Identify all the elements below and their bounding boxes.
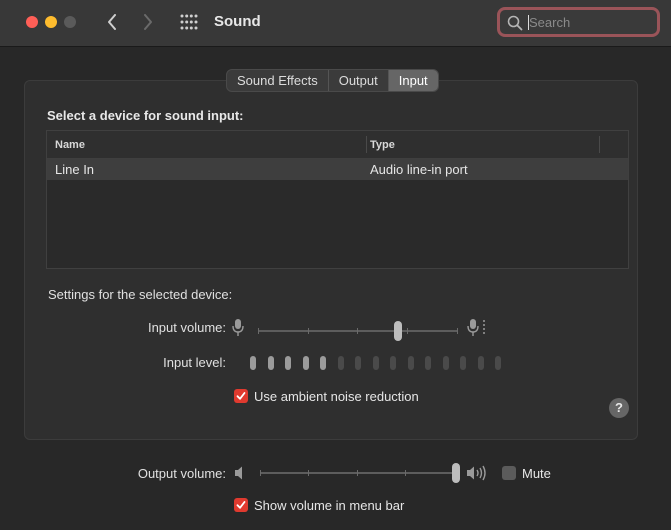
chevron-left-icon <box>108 14 116 30</box>
input-volume-slider[interactable] <box>256 318 460 344</box>
tab-bar: Sound Effects Output Input <box>226 69 439 92</box>
level-bar <box>355 356 361 370</box>
speaker-high-icon <box>467 465 486 481</box>
tab-sound-effects[interactable]: Sound Effects <box>227 70 329 91</box>
level-bar <box>285 356 291 370</box>
table-row[interactable]: Line In Audio line-in port <box>47 159 628 180</box>
search-icon <box>507 15 523 31</box>
level-bar <box>477 356 484 370</box>
close-button[interactable] <box>26 16 38 28</box>
level-bar <box>372 356 379 370</box>
table-header: Name Type <box>47 131 628 159</box>
level-bar <box>495 356 501 370</box>
chevron-right-icon <box>144 14 152 30</box>
output-volume-knob[interactable] <box>452 463 460 483</box>
level-bar <box>267 356 274 370</box>
help-button[interactable]: ? <box>609 398 629 418</box>
show-volume-label: Show volume in menu bar <box>254 498 405 513</box>
column-header-name[interactable]: Name <box>55 139 85 151</box>
sound-preferences-window: Sound Search Sound Effects Output Input … <box>0 0 671 530</box>
show-volume-checkbox[interactable] <box>234 498 248 512</box>
tab-input[interactable]: Input <box>388 70 438 91</box>
minimize-button[interactable] <box>45 16 57 28</box>
column-separator <box>599 136 600 153</box>
input-level-label: Input level: <box>163 355 226 370</box>
window-title: Sound <box>214 13 261 30</box>
speaker-low-icon <box>235 466 242 480</box>
show-all-grid-icon[interactable] <box>180 14 198 30</box>
tab-output[interactable]: Output <box>329 70 389 91</box>
level-bar <box>407 356 414 370</box>
level-bar <box>460 356 466 370</box>
title-bar: Sound Search <box>0 0 671 47</box>
device-settings-label: Settings for the selected device: <box>48 287 233 302</box>
device-type-cell: Audio line-in port <box>370 162 468 177</box>
zoom-button[interactable] <box>64 16 76 28</box>
device-name-cell: Line In <box>55 162 95 177</box>
level-bar <box>320 356 326 370</box>
column-header-type[interactable]: Type <box>370 139 395 151</box>
output-volume-slider[interactable] <box>258 460 462 486</box>
input-volume-label: Input volume: <box>147 320 226 335</box>
ambient-noise-label: Use ambient noise reduction <box>254 389 419 404</box>
microphone-high-icon <box>467 319 485 336</box>
search-placeholder: Search <box>529 15 571 30</box>
level-bar <box>302 356 309 370</box>
ambient-noise-checkbox[interactable] <box>234 389 248 403</box>
device-section-label: Select a device for sound input: <box>47 108 244 123</box>
microphone-low-icon <box>232 319 244 336</box>
checkmark-icon <box>236 501 246 509</box>
level-bar <box>442 356 449 370</box>
output-volume-label: Output volume: <box>137 466 226 481</box>
back-button[interactable] <box>102 12 122 32</box>
input-level-meter <box>250 356 501 372</box>
search-field[interactable]: Search <box>497 7 660 37</box>
mute-label: Mute <box>522 466 551 481</box>
level-bar <box>425 356 431 370</box>
column-separator <box>366 136 367 153</box>
checkmark-icon <box>236 392 246 400</box>
input-device-table: Name Type Line In Audio line-in port <box>46 130 629 269</box>
input-volume-knob[interactable] <box>394 321 402 341</box>
forward-button[interactable] <box>138 12 158 32</box>
mute-checkbox[interactable] <box>502 466 516 480</box>
level-bar <box>250 356 256 370</box>
level-bar <box>390 356 396 370</box>
level-bar <box>337 356 344 370</box>
